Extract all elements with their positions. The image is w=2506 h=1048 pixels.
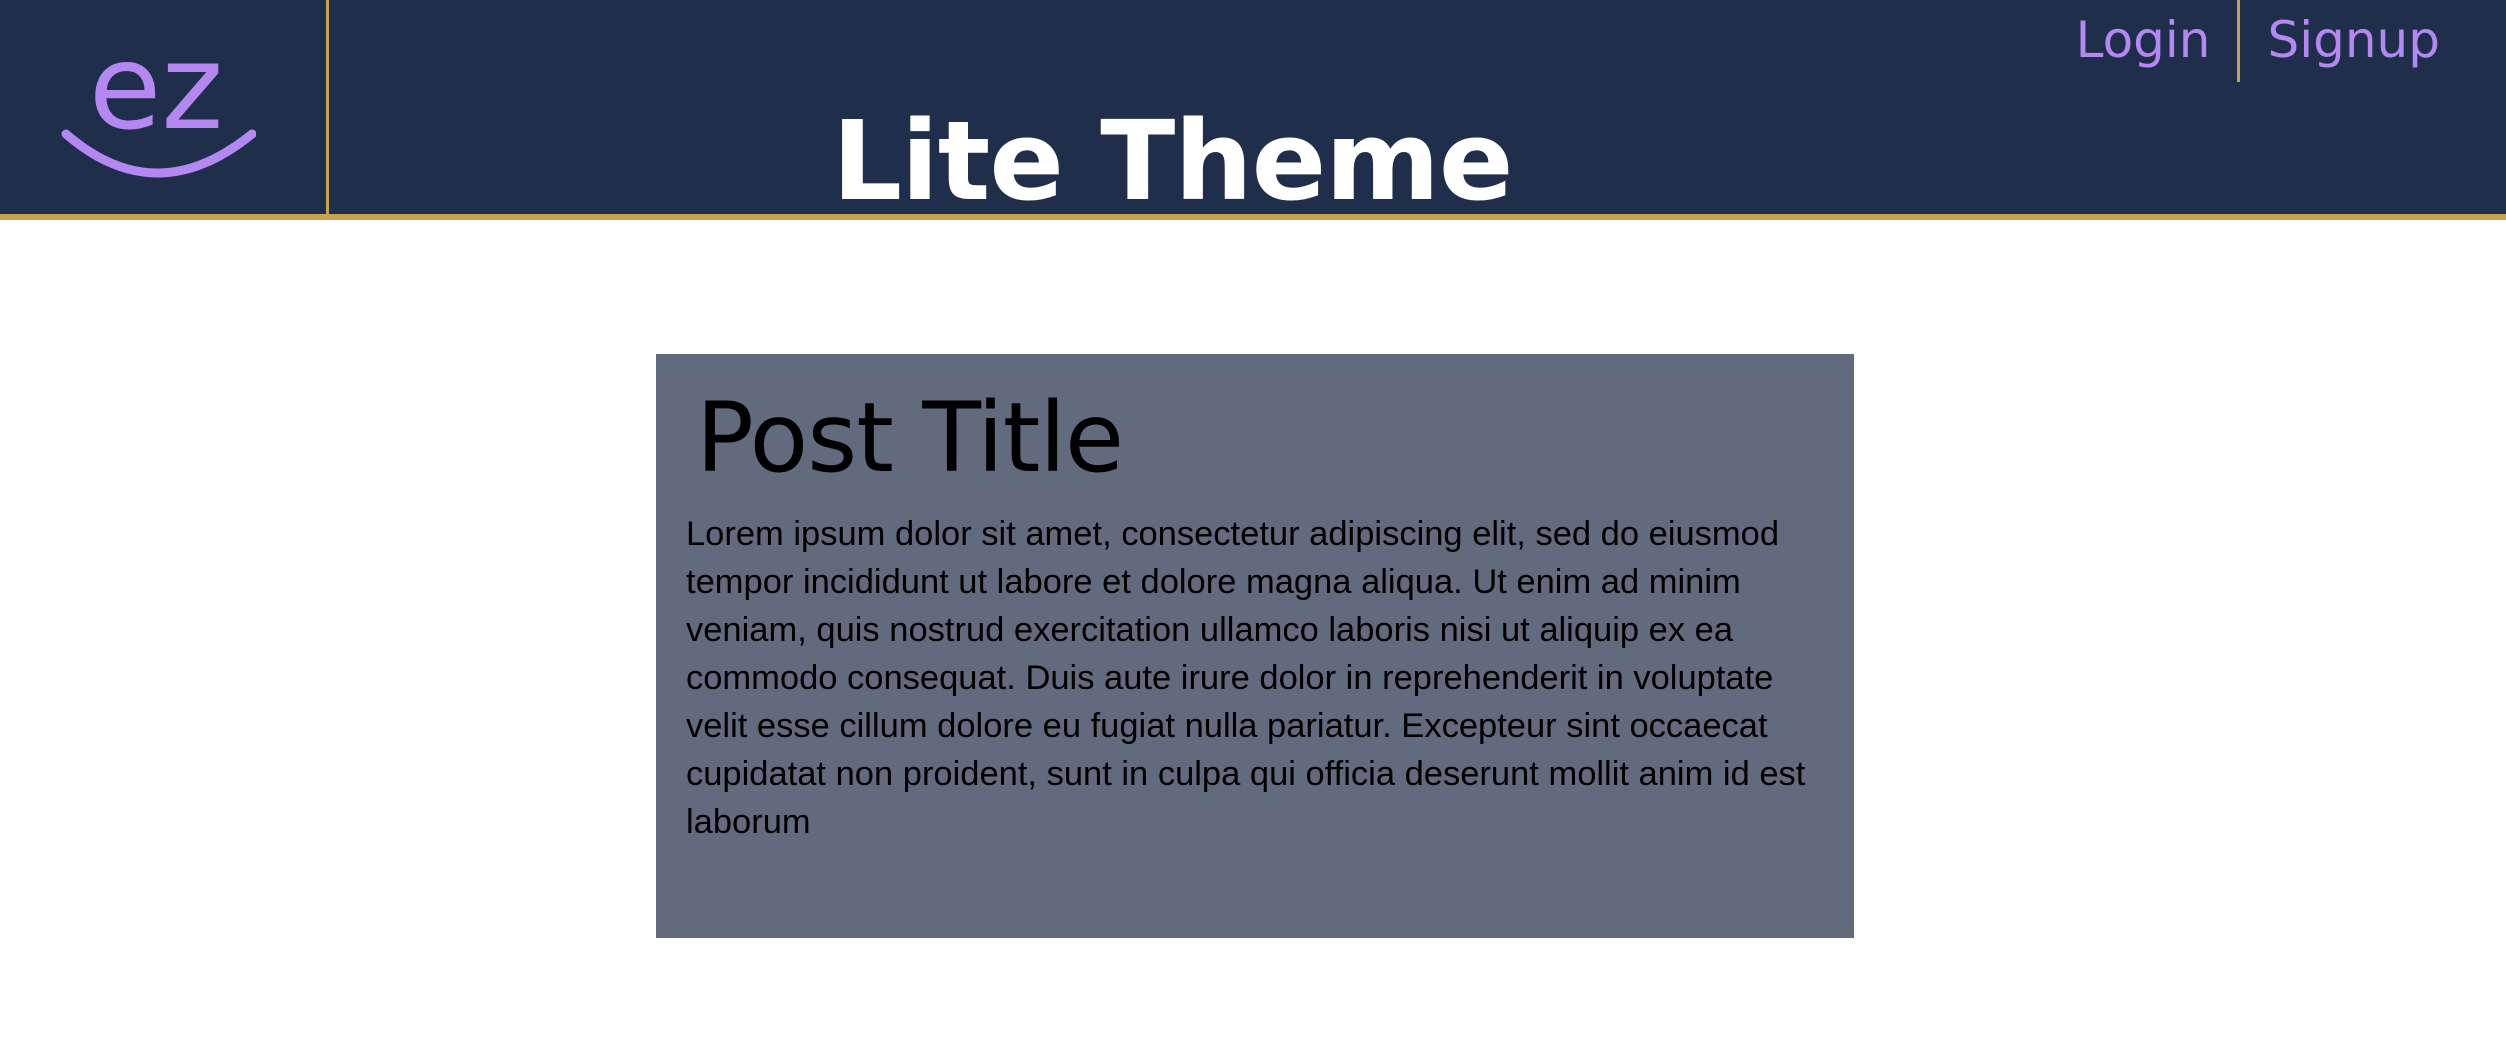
logo-container[interactable]: ez: [0, 0, 329, 214]
signup-link[interactable]: Signup: [2240, 0, 2506, 80]
site-title: Lite Theme: [832, 96, 1513, 225]
login-link[interactable]: Login: [2076, 0, 2237, 80]
site-header: ez Lite Theme Login Signup: [0, 0, 2506, 225]
post-body: Lorem ipsum dolor sit amet, consectetur …: [686, 515, 1806, 841]
auth-nav: Login Signup: [2076, 0, 2506, 84]
post-card: Post Title Lorem ipsum dolor sit amet, c…: [656, 354, 1854, 938]
post-title: Post Title: [696, 382, 1124, 494]
logo-text: ez: [89, 32, 224, 156]
ez-smile-logo-icon: ez: [61, 32, 256, 178]
